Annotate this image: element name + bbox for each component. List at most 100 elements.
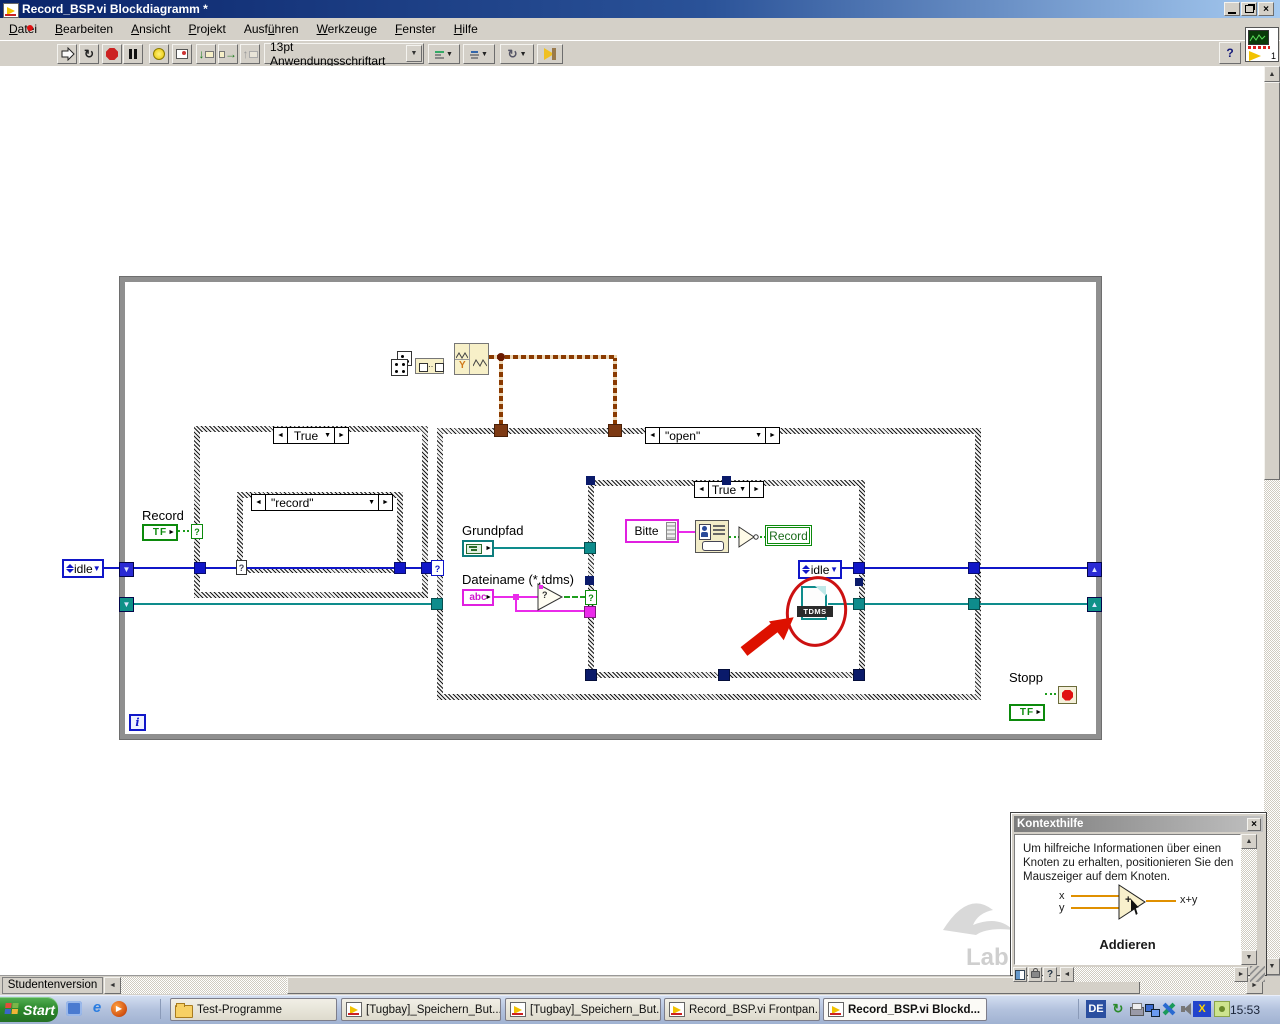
tunnel-enum[interactable] (394, 562, 406, 574)
highlight-execution-icon[interactable] (149, 44, 169, 64)
font-selector[interactable]: 13pt Anwendungsschriftart ▼ (264, 40, 424, 68)
tunnel-small[interactable] (585, 669, 597, 681)
tunnel-refnum[interactable] (431, 598, 443, 610)
scroll-down-button[interactable]: ▼ (1241, 950, 1257, 965)
tunnel-enum[interactable] (194, 562, 206, 574)
waveform-wire[interactable] (499, 358, 503, 425)
clock[interactable]: 15:53 (1230, 1003, 1276, 1017)
one-button-dialog-node[interactable] (695, 520, 729, 553)
tunnel-waveform[interactable] (608, 424, 622, 437)
build-array-node[interactable]: ‥ (415, 358, 444, 374)
updates-tray-icon[interactable]: ↻ (1110, 1001, 1126, 1017)
tunnel-small[interactable] (722, 476, 731, 485)
start-button[interactable]: Start (0, 997, 58, 1022)
grundpfad-label[interactable]: Grundpfad (462, 523, 523, 538)
menu-datei[interactable]: Datei (0, 18, 46, 40)
tunnel-enum[interactable] (968, 562, 980, 574)
case-selector-outer-true[interactable]: ◄ True ▼ ► (273, 427, 349, 444)
language-indicator[interactable]: DE (1086, 1000, 1106, 1018)
grundpfad-wire[interactable] (494, 547, 588, 549)
waveform-wire[interactable] (613, 358, 617, 425)
record-label[interactable]: Record (142, 508, 184, 523)
shift-register-right-refnum[interactable]: ▲ (1087, 597, 1102, 612)
menu-projekt[interactable]: Projekt (179, 18, 234, 40)
step-into-button[interactable]: ↓ (196, 44, 216, 64)
antivirus-tray-icon[interactable] (1161, 1001, 1177, 1017)
tunnel-refnum[interactable] (968, 598, 980, 610)
menu-fenster[interactable]: Fenster (386, 18, 445, 40)
bitte-string-constant[interactable]: Bitte (625, 519, 679, 543)
build-waveform-node[interactable]: Y (454, 343, 489, 375)
resize-grip[interactable] (1250, 966, 1265, 982)
record-terminal[interactable]: TF ► (142, 524, 178, 541)
dateiname-terminal[interactable]: abc ► (462, 589, 494, 606)
scroll-right-button[interactable]: ► (1234, 967, 1248, 982)
menu-ansicht[interactable]: Ansicht (122, 18, 179, 40)
taskbar-item-blockdiagramm-active[interactable]: Record_BSP.vi Blockd... (823, 998, 987, 1021)
step-over-button[interactable]: → (218, 44, 238, 64)
context-help-hscrollbar[interactable] (1074, 967, 1234, 982)
vi-icon[interactable]: 1 (1245, 27, 1279, 62)
cleanup-diagram-button[interactable] (537, 44, 563, 64)
detailed-help-button[interactable]: ? (1043, 967, 1057, 982)
tunnel-refnum[interactable] (584, 542, 596, 554)
menu-hilfe[interactable]: Hilfe (445, 18, 487, 40)
context-help-close-icon[interactable]: × (1247, 817, 1261, 831)
distribute-objects-button[interactable]: ▼ (463, 44, 495, 64)
show-desktop-icon[interactable] (66, 1001, 82, 1016)
loop-iteration-terminal[interactable]: i (129, 714, 146, 731)
tunnel-small[interactable] (585, 576, 594, 585)
pause-button[interactable] (123, 44, 143, 64)
file-refnum-wire[interactable] (828, 603, 1088, 605)
bitte-string-wire[interactable] (679, 531, 696, 533)
tunnel-refnum[interactable] (853, 598, 865, 610)
case-selector-terminal-true[interactable]: ? (191, 524, 203, 539)
vertical-scrollbar-thumb[interactable] (1264, 82, 1280, 480)
file-refnum-wire[interactable] (134, 603, 437, 605)
stopp-label[interactable]: Stopp (1009, 670, 1043, 685)
step-out-button[interactable]: ↑ (240, 44, 260, 64)
empty-string-path-node[interactable]: ? (537, 583, 564, 611)
reorder-button[interactable]: ↻ ▼ (500, 44, 534, 64)
show-connector-button[interactable] (1013, 967, 1027, 982)
scroll-up-button[interactable]: ▲ (1264, 66, 1280, 82)
graphics-tray-icon[interactable] (1214, 1001, 1230, 1017)
printer-tray-icon[interactable] (1128, 1001, 1144, 1017)
case-selector-terminal-open[interactable]: ? (431, 560, 444, 576)
state-enum-wire[interactable] (840, 567, 1088, 569)
network-tray-icon[interactable] (1144, 1001, 1160, 1017)
tunnel-small[interactable] (855, 578, 863, 586)
scroll-left-button[interactable]: ◄ (1060, 967, 1074, 982)
tunnel-string[interactable] (584, 606, 596, 618)
record-local-variable[interactable]: Record (765, 525, 812, 546)
abort-button[interactable] (102, 44, 122, 64)
state-enum-wire[interactable] (103, 567, 119, 569)
menu-werkzeuge[interactable]: Werkzeuge (308, 18, 386, 40)
context-help-titlebar[interactable]: Kontexthilfe × (1014, 816, 1263, 832)
grundpfad-terminal[interactable]: ► (462, 540, 494, 557)
not-function-node[interactable] (738, 526, 760, 548)
idle-enum-constant-left[interactable]: idle ▼ (62, 559, 104, 578)
taskbar-item-test-programme[interactable]: Test-Programme (170, 998, 337, 1021)
tunnel-small[interactable] (718, 669, 730, 681)
lock-help-button[interactable] (1028, 967, 1042, 982)
context-help-window[interactable]: Kontexthilfe × Um hilfreiche Information… (1010, 812, 1267, 982)
font-selector-dropdown-icon[interactable]: ▼ (406, 45, 422, 62)
align-objects-button[interactable]: ▼ (428, 44, 460, 64)
tunnel-small[interactable] (586, 476, 595, 485)
case-selector-open[interactable]: ◄ "open" ▼ ► (645, 427, 780, 444)
case-selector-terminal-record[interactable]: ? (236, 560, 247, 575)
internet-explorer-icon[interactable]: e (89, 999, 105, 1017)
scroll-left-button[interactable]: ◄ (104, 977, 121, 994)
case-selector-record[interactable]: ◄ "record" ▼ ► (251, 494, 393, 511)
shift-register-left-refnum[interactable]: ▼ (119, 597, 134, 612)
empty-string-result-wire[interactable] (564, 596, 586, 598)
retain-wire-values-icon[interactable] (172, 44, 192, 64)
taskbar-item-tugbay-2[interactable]: [Tugbay]_Speichern_But... (505, 998, 661, 1021)
tunnel-small[interactable] (853, 669, 865, 681)
tunnel-waveform[interactable] (494, 424, 508, 437)
stopp-terminal[interactable]: TF ► (1009, 704, 1045, 721)
case-selector-terminal-inner-true[interactable]: ? (585, 590, 597, 605)
waveform-wire[interactable] (489, 355, 617, 359)
state-enum-wire[interactable] (134, 567, 437, 569)
